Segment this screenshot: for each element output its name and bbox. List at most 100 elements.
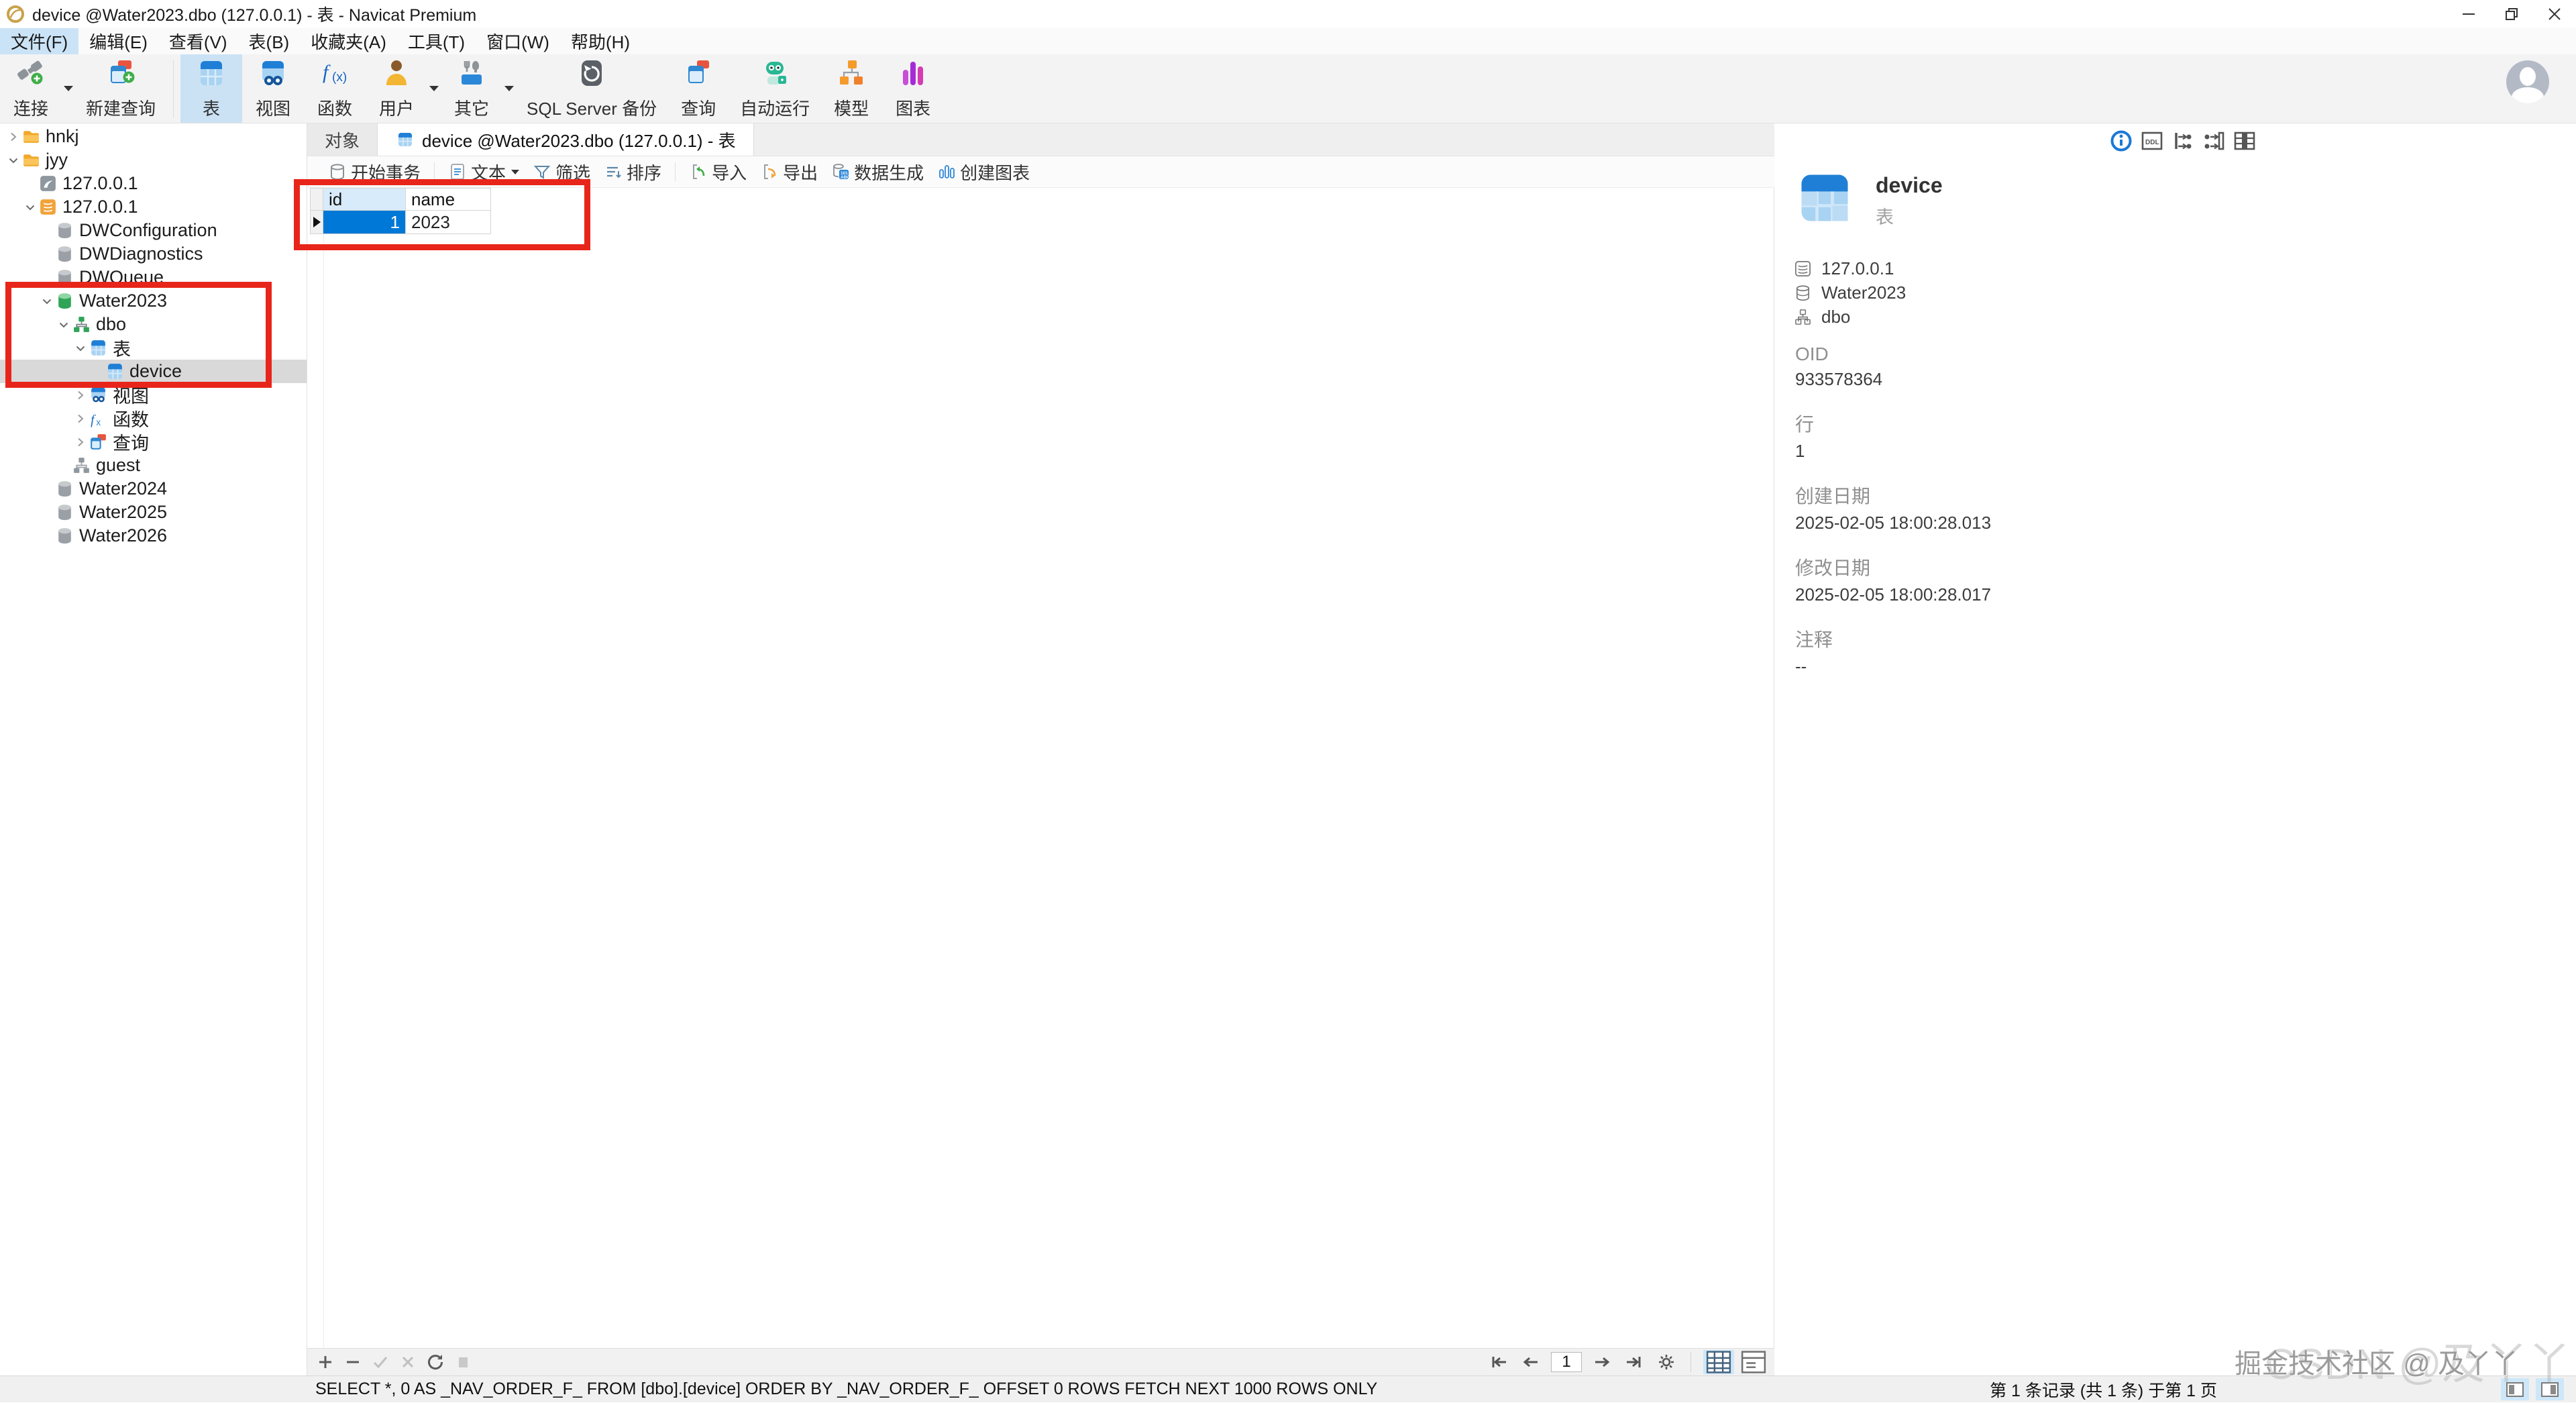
tree-item-hnkj[interactable]: hnkj — [0, 125, 307, 148]
next-page-button[interactable] — [1592, 1352, 1612, 1372]
toolbar-button-query[interactable]: 查询 — [667, 54, 729, 123]
form-view-button[interactable] — [1738, 1350, 1769, 1374]
toolbar-button-other[interactable]: 其它 — [441, 54, 502, 123]
grid-cell-name[interactable]: 2023 — [406, 211, 491, 234]
toolbar-button-connection[interactable]: 连接 — [0, 54, 62, 123]
first-page-button[interactable] — [1489, 1352, 1509, 1372]
collapsed-arrow-icon[interactable] — [5, 129, 21, 145]
object-meta-row-127.0.0.1: 127.0.0.1 — [1794, 256, 1906, 280]
tree-item-guest[interactable]: guest — [0, 454, 307, 477]
delete-record-button[interactable] — [343, 1353, 362, 1371]
toolbar-button-automation[interactable]: 自动运行 — [729, 54, 820, 123]
maximize-button[interactable] — [2490, 0, 2533, 28]
table-toolbar-export-button[interactable]: 导出 — [760, 160, 818, 185]
page-settings-button[interactable] — [1656, 1352, 1676, 1372]
tree-item-Water2025[interactable]: Water2025 — [0, 501, 307, 524]
info-tab[interactable] — [2109, 129, 2133, 153]
toolbar-button-fx[interactable]: f(x)函数 — [304, 54, 366, 123]
tree-item-DWConfiguration[interactable]: DWConfiguration — [0, 219, 307, 242]
preview-tab[interactable] — [2233, 129, 2257, 153]
row-marker-cell[interactable] — [310, 211, 323, 234]
grid-view-button[interactable] — [1703, 1350, 1734, 1374]
tree-item-DWDiagnostics[interactable]: DWDiagnostics — [0, 242, 307, 266]
toolbar-button-view[interactable]: 视图 — [242, 54, 304, 123]
toolbar-button-backup[interactable]: SQL Server 备份 — [516, 54, 667, 123]
toolbar-button-chart[interactable]: 图表 — [882, 54, 944, 123]
toggle-right-pane-button[interactable] — [2536, 1378, 2564, 1400]
dropdown-arrow-icon[interactable] — [502, 54, 516, 123]
discard-changes-button[interactable] — [398, 1353, 417, 1371]
ddl-tab[interactable]: DDL — [2140, 129, 2164, 153]
svg-text:ABC: ABC — [841, 175, 850, 180]
apply-changes-button[interactable] — [371, 1353, 390, 1371]
dropdown-arrow-icon[interactable] — [427, 54, 441, 123]
table-toolbar-textdoc-button[interactable]: 文本 — [448, 160, 519, 185]
toolbar-button-table[interactable]: 表 — [180, 54, 242, 123]
tree-item-127.0.0.1[interactable]: 127.0.0.1 — [0, 172, 307, 195]
tree-item-Water2026[interactable]: Water2026 — [0, 524, 307, 548]
toggle-left-pane-button[interactable] — [2501, 1378, 2529, 1400]
menu-item-1[interactable]: 文件(F) — [0, 28, 78, 54]
table-toolbar-datagen-button[interactable]: 101ABC数据生成 — [831, 160, 924, 185]
export-icon — [760, 162, 779, 181]
collapsed-arrow-icon[interactable] — [72, 387, 89, 403]
collapsed-arrow-icon[interactable] — [72, 411, 89, 427]
tree-item-127.0.0.1[interactable]: 127.0.0.1 — [0, 195, 307, 219]
table-toolbar-chartsm-button[interactable]: 创建图表 — [937, 160, 1030, 185]
last-page-button[interactable] — [1624, 1352, 1644, 1372]
tree-item-Water2023[interactable]: Water2023 — [0, 289, 307, 313]
expanded-arrow-icon[interactable] — [39, 293, 55, 309]
tree-item-device[interactable]: device — [0, 360, 307, 383]
tree-item-视图[interactable]: 视图 — [0, 383, 307, 407]
tree-item-dbo[interactable]: dbo — [0, 313, 307, 336]
page-number-input[interactable]: 1 — [1551, 1352, 1582, 1372]
menu-item-6[interactable]: 工具(T) — [397, 28, 476, 54]
dbOutline-icon — [1794, 284, 1812, 302]
table-toolbar-transaction-button[interactable]: 开始事务 — [328, 160, 421, 185]
expanded-arrow-icon[interactable] — [22, 199, 38, 215]
tree-item-DWQueue[interactable]: DWQueue — [0, 266, 307, 289]
indexes-tab[interactable] — [2202, 129, 2226, 153]
toolbar-button-label: 连接 — [13, 95, 48, 120]
connection-icon — [15, 57, 47, 89]
table-toolbar-sort-button[interactable]: 排序 — [604, 160, 661, 185]
menu-item-4[interactable]: 表(B) — [238, 28, 301, 54]
tab-objects[interactable]: 对象 — [307, 123, 378, 156]
tree-item-jyy[interactable]: jyy — [0, 148, 307, 172]
add-record-button[interactable] — [316, 1353, 335, 1371]
grid-cell-id[interactable]: 1 — [323, 211, 406, 234]
tree-item-函数[interactable]: fx函数 — [0, 407, 307, 430]
expanded-arrow-icon[interactable] — [56, 317, 72, 333]
table-toolbar-filter-button[interactable]: 筛选 — [533, 160, 590, 185]
expanded-arrow-icon[interactable] — [72, 340, 89, 356]
collapsed-arrow-icon[interactable] — [72, 434, 89, 450]
column-header-name[interactable]: name — [406, 188, 491, 211]
menu-item-2[interactable]: 编辑(E) — [78, 28, 158, 54]
refresh-button[interactable] — [426, 1353, 445, 1371]
stop-button[interactable] — [453, 1353, 472, 1371]
column-header-id[interactable]: id — [323, 188, 406, 211]
fields-tab[interactable] — [2171, 129, 2195, 153]
minimize-icon — [2459, 5, 2478, 23]
minimize-button[interactable] — [2447, 0, 2490, 28]
toolbar-button-user[interactable]: 用户 — [366, 54, 427, 123]
tree-item-查询[interactable]: 查询 — [0, 430, 307, 454]
tab-device-table[interactable]: device @Water2023.dbo (127.0.0.1) - 表 — [378, 123, 754, 156]
toolbar-button-model[interactable]: 模型 — [820, 54, 882, 123]
table-toolbar-import-button[interactable]: 导入 — [689, 160, 747, 185]
tree-item-表[interactable]: 表 — [0, 336, 307, 360]
tree-item-Water2024[interactable]: Water2024 — [0, 477, 307, 501]
property-value: 933578364 — [1795, 369, 1991, 390]
expanded-arrow-icon[interactable] — [5, 152, 21, 168]
toolbar-button-label: 新建查询 — [86, 95, 156, 120]
menu-item-7[interactable]: 窗口(W) — [476, 28, 560, 54]
menu-item-8[interactable]: 帮助(H) — [560, 28, 641, 54]
dropdown-arrow-icon[interactable] — [62, 54, 75, 123]
previous-page-button[interactable] — [1521, 1352, 1541, 1372]
toolbar-button-newquery[interactable]: 新建查询 — [75, 54, 166, 123]
menu-item-5[interactable]: 收藏夹(A) — [300, 28, 397, 54]
close-button[interactable] — [2533, 0, 2576, 28]
tree-item-label: 127.0.0.1 — [62, 197, 138, 217]
user-avatar[interactable] — [2506, 60, 2549, 103]
menu-item-3[interactable]: 查看(V) — [158, 28, 238, 54]
